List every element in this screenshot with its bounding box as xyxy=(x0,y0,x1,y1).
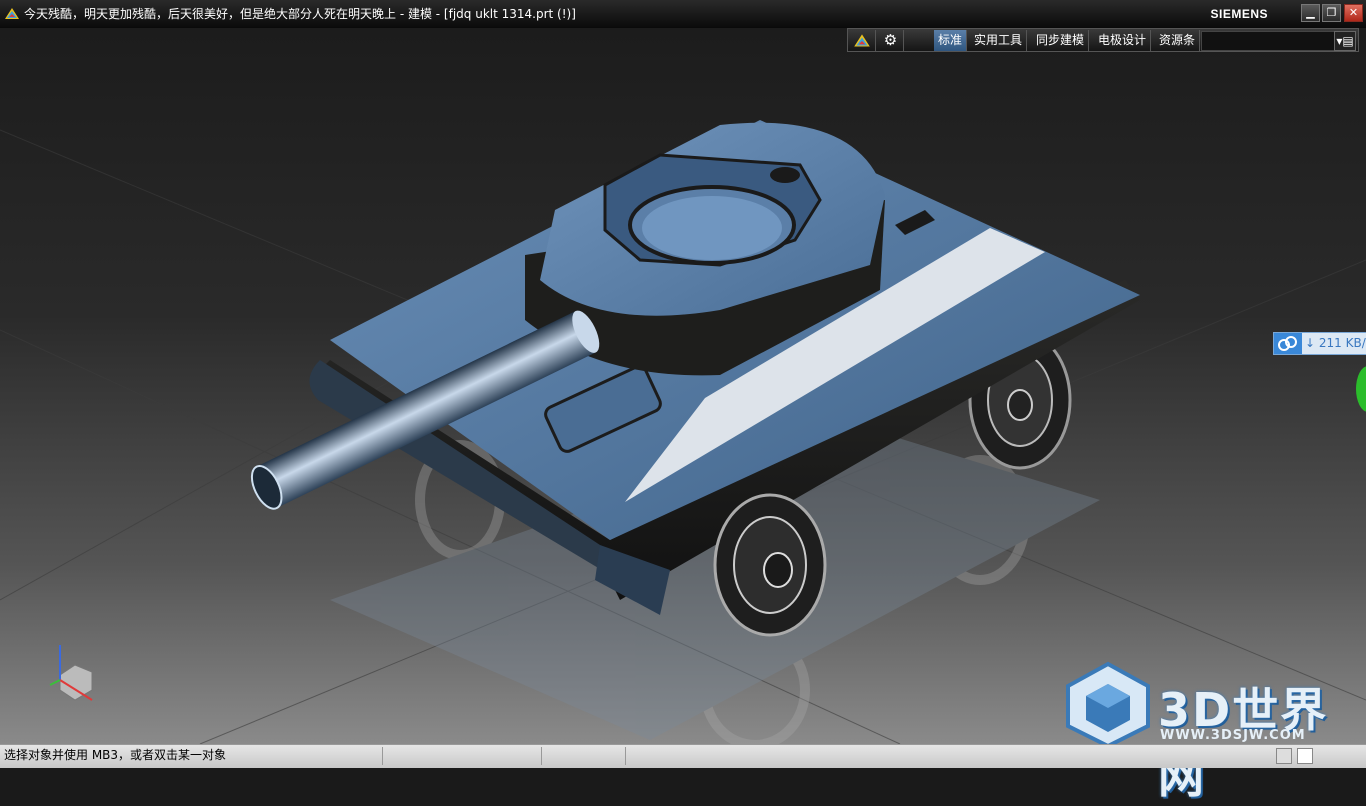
status-message: 选择对象并使用 MB3，或者双击某一对象 xyxy=(4,748,227,762)
nx-menu-button[interactable] xyxy=(848,30,876,51)
graphics-viewport[interactable] xyxy=(0,28,1366,744)
brand-label: SIEMENS xyxy=(1210,7,1268,21)
title-bar: 今天残酷，明天更加残酷，后天很美好，但是绝大部分人死在明天晚上 - 建模 - [… xyxy=(0,0,1366,28)
watermark-logo: 3D世界网 WWW.3DSJW.COM xyxy=(1062,660,1362,803)
selection-filter-icon[interactable] xyxy=(1276,748,1292,764)
ribbon-toolbar: ⚙ 标准 实用工具 同步建模 电极设计 资源条 ▾▤ xyxy=(847,28,1359,52)
tab-utilities[interactable]: 实用工具 xyxy=(970,30,1028,51)
tab-standard[interactable]: 标准 xyxy=(934,30,968,51)
coordinate-triad xyxy=(49,645,93,701)
watermark-url: WWW.3DSJW.COM xyxy=(1160,728,1306,743)
window-title: 今天残酷，明天更加残酷，后天很美好，但是绝大部分人死在明天晚上 - 建模 - [… xyxy=(24,7,576,21)
close-button[interactable]: ✕ xyxy=(1344,4,1363,22)
status-bar: 选择对象并使用 MB3，或者双击某一对象 xyxy=(0,744,1366,768)
download-speed-label: ↓ 211 KB/s xyxy=(1305,336,1366,350)
gear-icon[interactable]: ⚙ xyxy=(878,30,904,51)
cube-logo-icon xyxy=(1066,661,1150,749)
tab-electrode-design[interactable]: 电极设计 xyxy=(1094,30,1152,51)
minimize-button[interactable]: ▁ xyxy=(1301,4,1320,22)
tab-resource-bar[interactable]: 资源条 xyxy=(1155,30,1201,51)
status-divider xyxy=(625,747,626,765)
tank-model-scene xyxy=(0,120,1366,744)
window-layout-icon[interactable] xyxy=(1297,748,1313,764)
restore-button[interactable]: ❐ xyxy=(1322,4,1341,22)
status-divider xyxy=(382,747,383,765)
status-divider xyxy=(541,747,542,765)
download-speed-widget[interactable]: ↓ 211 KB/s xyxy=(1273,332,1366,355)
tab-sync-modeling[interactable]: 同步建模 xyxy=(1032,30,1090,51)
toolbar-search-field[interactable] xyxy=(1201,31,1335,51)
nx-logo-icon xyxy=(5,8,19,19)
toolbar-options-icon[interactable]: ▾▤ xyxy=(1334,31,1356,51)
cloud-link-icon xyxy=(1274,333,1302,354)
nx-logo-icon xyxy=(854,33,870,47)
